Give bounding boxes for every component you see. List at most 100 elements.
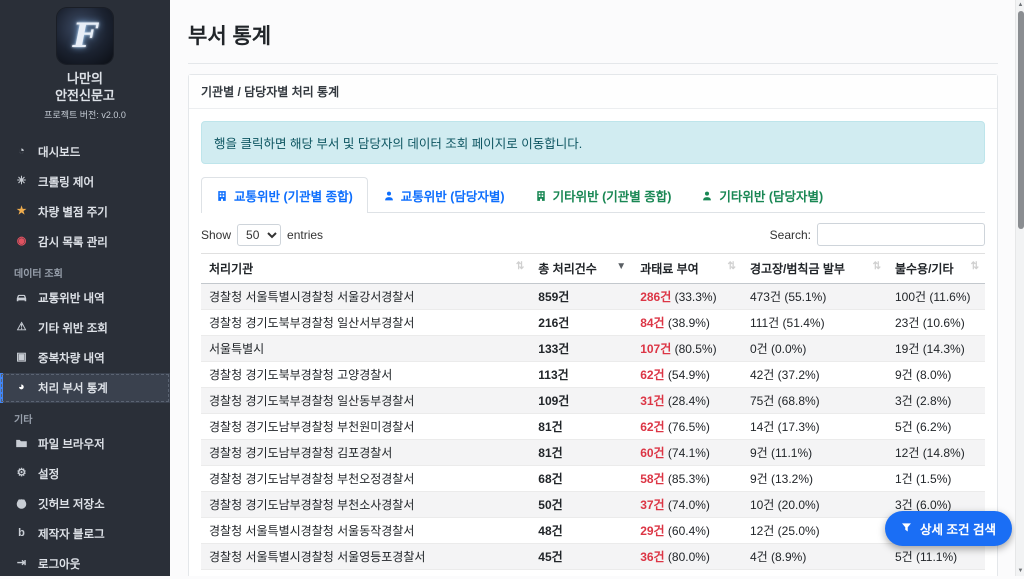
other-cell: 23건 (10.6%)	[887, 310, 985, 336]
sidebar-item-car[interactable]: 교통위반 내역	[0, 283, 170, 313]
sidebar-item-star[interactable]: ★차량 별점 주기	[0, 197, 170, 227]
scroll-down-icon[interactable]: ▼	[1016, 568, 1024, 574]
total-cell: 32건	[530, 570, 632, 577]
warning-cell: 10건 (20.0%)	[742, 492, 887, 518]
column-header-4[interactable]: 불수용/기타⇅	[887, 254, 985, 284]
other-cell: 5건 (6.2%)	[887, 414, 985, 440]
sidebar-item-logout[interactable]: ⇥로그아웃	[0, 549, 170, 579]
sidebar-item-folder[interactable]: 파일 브라우저	[0, 429, 170, 459]
duplicate-icon: ▣	[14, 352, 29, 363]
sidebar-item-pie-chart[interactable]: ◕처리 부서 통계	[0, 373, 170, 403]
tab-1[interactable]: 교통위반 (담당자별)	[368, 177, 520, 213]
warning-cell: 473건 (55.1%)	[742, 284, 887, 310]
sidebar-item-blog[interactable]: b제작자 블로그	[0, 519, 170, 549]
app-logo: F	[57, 8, 113, 64]
scroll-up-icon[interactable]: ▲	[1016, 2, 1024, 8]
app-version: 프로젝트 버전: v2.0.0	[0, 108, 170, 121]
warning-cell: 9건 (11.1%)	[742, 440, 887, 466]
agency-cell: 경찰청 경기도남부경찰청 부천원미경찰서	[201, 414, 530, 440]
logout-icon: ⇥	[14, 558, 29, 569]
other-cell: 3건 (2.8%)	[887, 388, 985, 414]
sidebar-item-warning[interactable]: ⚠기타 위반 조회	[0, 313, 170, 343]
agency-cell: 경찰청 서울특별시경찰청 서울강서경찰서	[201, 284, 530, 310]
card-header: 기관별 / 담당자별 처리 통계	[189, 75, 997, 109]
fine-cell: 62건 (54.9%)	[632, 362, 742, 388]
total-cell: 216건	[530, 310, 632, 336]
table-row[interactable]: 경찰청 서울특별시경찰청 서울강서경찰서859건286건 (33.3%)473건…	[201, 284, 985, 310]
blog-icon: b	[14, 528, 29, 539]
agency-cell: 경찰청 서울특별시경찰청 서울영등포경찰서	[201, 544, 530, 570]
table-row[interactable]: 경찰청 경기도남부경찰청 부천원미경찰서81건62건 (76.5%)14건 (1…	[201, 414, 985, 440]
sidebar-item-gear[interactable]: ⚙설정	[0, 459, 170, 489]
column-header-2[interactable]: 과태료 부여⇅	[632, 254, 742, 284]
sidebar-item-label: 감시 목록 관리	[38, 234, 108, 250]
person-icon	[701, 190, 713, 202]
table-row[interactable]: 경찰청 경기도남부경찰청 김포경찰서81건60건 (74.1%)9건 (11.1…	[201, 440, 985, 466]
fine-cell: 13건 (40.6%)	[632, 570, 742, 577]
sidebar-item-label: 차량 별점 주기	[38, 204, 108, 220]
other-cell: 7건 (21.9%)	[887, 570, 985, 577]
search-input[interactable]	[817, 223, 985, 246]
table-row[interactable]: 경찰청 경기도북부경찰청 고양경찰서113건62건 (54.9%)42건 (37…	[201, 362, 985, 388]
page-length-select[interactable]: 50	[237, 224, 281, 246]
search-label: Search:	[770, 228, 811, 242]
column-header-1[interactable]: 총 처리건수▼	[530, 254, 632, 284]
sidebar-nav: ◔대시보드✳크롤링 제어★차량 별점 주기 ◉ 감시 목록 관리데이터 조회교통위반…	[0, 137, 170, 579]
entries-label: entries	[287, 228, 323, 242]
sort-desc-icon: ▼	[616, 261, 626, 272]
table-row[interactable]: 서울특별시133건107건 (80.5%)0건 (0.0%)19건 (14.3%…	[201, 336, 985, 362]
watchlist-icon: ◉	[14, 236, 29, 247]
agency-cell: 경찰청 경기도북부경찰청 일산서부경찰서	[201, 310, 530, 336]
sidebar-item-label: 기타 위반 조회	[38, 320, 108, 336]
fine-cell: 31건 (28.4%)	[632, 388, 742, 414]
page-title: 부서 통계	[188, 20, 998, 50]
sidebar-item-dashboard[interactable]: ◔대시보드	[0, 137, 170, 167]
agency-cell: 경찰청 경기도남부경찰청 부천오정경찰서	[201, 466, 530, 492]
gear-icon: ⚙	[14, 468, 29, 479]
sidebar-item-watchlist[interactable]: ◉ 감시 목록 관리	[0, 227, 170, 257]
table-row[interactable]: 경찰청 서울특별시경찰청 서울동작경찰서48건29건 (60.4%)12건 (2…	[201, 518, 985, 544]
column-header-3[interactable]: 경고장/범칙금 발부⇅	[742, 254, 887, 284]
sidebar-item-label: 교통위반 내역	[38, 290, 105, 306]
sidebar-item-crawler[interactable]: ✳크롤링 제어	[0, 167, 170, 197]
column-header-0[interactable]: 처리기관⇅	[201, 254, 530, 284]
other-cell: 9건 (8.0%)	[887, 362, 985, 388]
advanced-search-button[interactable]: 상세 조건 검색	[885, 511, 1012, 546]
tab-label: 기타위반 (담당자별)	[719, 186, 823, 205]
table-row[interactable]: 경찰청 경기도남부경찰청 부천오정경찰서68건58건 (85.3%)9건 (13…	[201, 466, 985, 492]
scrollbar-thumb[interactable]	[1018, 11, 1024, 229]
tab-label: 교통위반 (기관별 종합)	[234, 186, 353, 205]
agency-cell: 경찰청 경기도북부경찰청 고양경찰서	[201, 362, 530, 388]
fine-cell: 58건 (85.3%)	[632, 466, 742, 492]
pie-chart-icon: ◕	[14, 382, 29, 393]
table-row[interactable]: 경찰청 경기도북부경찰청 일산서부경찰서216건84건 (38.9%)111건 …	[201, 310, 985, 336]
car-icon	[14, 291, 29, 304]
tab-bar: 교통위반 (기관별 종합) 교통위반 (담당자별)기타위반 (기관별 종합) 기타위…	[201, 177, 985, 213]
sidebar-item-label: 중복차량 내역	[38, 350, 105, 366]
table-row[interactable]: 경찰청 서울특별시경찰청 서울영등포경찰서45건36건 (80.0%)4건 (8…	[201, 544, 985, 570]
sidebar-item-duplicate[interactable]: ▣ 중복차량 내역	[0, 343, 170, 373]
show-label: Show	[201, 228, 231, 242]
table-row[interactable]: 경찰청 경기도북부경찰청 일산동부경찰서109건31건 (28.4%)75건 (…	[201, 388, 985, 414]
table-row[interactable]: 경찰청 경기도북부경찰청 파주경찰서32건13건 (40.6%)10건 (31.…	[201, 570, 985, 577]
tab-2[interactable]: 기타위반 (기관별 종합)	[520, 177, 687, 213]
warning-cell: 14건 (17.3%)	[742, 414, 887, 440]
search-control: Search:	[770, 223, 985, 246]
warning-cell: 9건 (13.2%)	[742, 466, 887, 492]
column-header-label: 처리기관	[209, 262, 253, 276]
total-cell: 48건	[530, 518, 632, 544]
warning-cell: 111건 (51.4%)	[742, 310, 887, 336]
nav-section-header: 데이터 조회	[0, 257, 170, 283]
total-cell: 113건	[530, 362, 632, 388]
sort-icon: ⇅	[873, 261, 881, 272]
app-title-line1: 나만의	[0, 71, 170, 88]
vertical-scrollbar[interactable]: ▲ ▼	[1015, 0, 1024, 576]
agency-cell: 경찰청 경기도북부경찰청 파주경찰서	[201, 570, 530, 577]
fine-cell: 84건 (38.9%)	[632, 310, 742, 336]
table-row[interactable]: 경찰청 경기도남부경찰청 부천소사경찰서50건37건 (74.0%)10건 (2…	[201, 492, 985, 518]
tab-3[interactable]: 기타위반 (담당자별)	[686, 177, 838, 213]
sidebar-item-github[interactable]: 깃허브 저장소	[0, 489, 170, 519]
tab-0[interactable]: 교통위반 (기관별 종합)	[201, 177, 368, 213]
total-cell: 133건	[530, 336, 632, 362]
title-divider	[188, 63, 998, 64]
